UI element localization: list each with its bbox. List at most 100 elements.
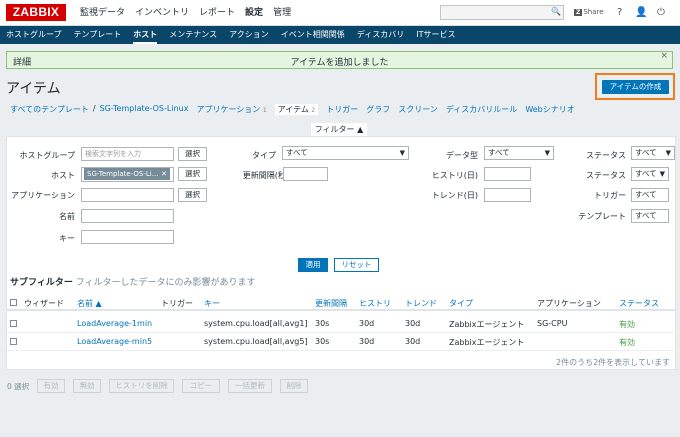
chevron-down-icon: ▼ xyxy=(659,170,665,178)
page-title: アイテム xyxy=(6,81,61,97)
subnav-hosts[interactable]: ホスト xyxy=(133,26,158,44)
user-icon[interactable]: 👤 xyxy=(635,7,647,18)
item-status-toggle[interactable]: 有効 xyxy=(619,319,635,330)
chevron-down-icon: ▼ xyxy=(665,149,671,157)
reset-button[interactable]: リセット xyxy=(334,258,379,272)
disable-button[interactable]: 無効 xyxy=(73,379,101,393)
subnav-actions[interactable]: アクション xyxy=(229,26,269,44)
col-status[interactable]: ステータス xyxy=(619,298,659,309)
row-checkbox[interactable] xyxy=(10,338,17,347)
col-trends[interactable]: トレンド xyxy=(405,298,437,309)
menu-configuration[interactable]: 設定 xyxy=(245,0,263,26)
zabbix-logo[interactable]: ZABBIX xyxy=(6,4,66,21)
host-chip-label: SG-Template-OS-Li... xyxy=(87,170,159,178)
col-interval[interactable]: 更新間隔 xyxy=(315,298,347,309)
tab-items-count: 2 xyxy=(311,107,316,114)
col-triggers: トリガー xyxy=(161,299,193,308)
tab-screens[interactable]: スクリーン xyxy=(398,104,438,115)
subnav-correlation[interactable]: イベント相関関係 xyxy=(281,26,345,44)
search-input[interactable]: 🔍 xyxy=(440,5,564,20)
col-type[interactable]: タイプ xyxy=(449,298,473,309)
hostgroup-input[interactable]: 検索文字列を入力 xyxy=(81,147,174,161)
host-chip: SG-Template-OS-Li... ✕ xyxy=(84,168,170,180)
copy-button[interactable]: コピー xyxy=(182,379,220,393)
status-value: すべて xyxy=(635,148,657,157)
select-all-checkbox[interactable] xyxy=(10,299,17,308)
logout-icon[interactable]: ⏻ xyxy=(657,7,665,18)
sub-navigation: ホストグループ テンプレート ホスト メンテナンス アクション イベント相関関係… xyxy=(0,26,680,44)
subnav-hostgroups[interactable]: ホストグループ xyxy=(6,26,62,44)
host-select-button[interactable]: 選択 xyxy=(178,167,207,181)
history-input[interactable] xyxy=(484,167,531,181)
search-icon[interactable]: 🔍 xyxy=(551,7,561,16)
menu-monitoring[interactable]: 監視データ xyxy=(80,0,125,26)
item-status-toggle[interactable]: 有効 xyxy=(619,337,635,348)
success-message: 詳細 アイテムを追加しました × xyxy=(6,51,673,69)
col-wizard: ウィザード xyxy=(24,299,64,308)
key-label: キー xyxy=(59,234,75,243)
delete-button[interactable]: 削除 xyxy=(280,379,308,393)
subnav-maintenance[interactable]: メンテナンス xyxy=(169,26,217,44)
breadcrumb-all-templates[interactable]: すべてのテンプレート xyxy=(10,104,89,115)
top-header: ZABBIX 監視データ インベントリ レポート 設定 管理 🔍 Z Share … xyxy=(0,0,680,26)
datatype-select[interactable]: すべて ▼ xyxy=(484,146,554,160)
breadcrumb-template[interactable]: SG-Template-OS-Linux xyxy=(100,104,189,115)
hostgroup-select-button[interactable]: 選択 xyxy=(178,147,207,161)
tab-graphs[interactable]: グラフ xyxy=(366,104,390,115)
subfilter-description: フィルターしたデータにのみ影響があります xyxy=(75,278,256,288)
close-icon[interactable]: × xyxy=(660,51,668,61)
menu-reports[interactable]: レポート xyxy=(199,0,235,26)
trends-input[interactable] xyxy=(484,188,531,202)
help-icon[interactable]: ? xyxy=(617,7,622,18)
subnav-itservices[interactable]: ITサービス xyxy=(416,26,455,44)
application-label: アプリケーション xyxy=(11,191,75,200)
status-label: ステータス xyxy=(586,151,626,160)
message-text: アイテムを追加しました xyxy=(290,58,389,68)
item-history: 30d xyxy=(359,319,375,328)
subfilter-title: サブフィルター xyxy=(10,278,73,288)
type-label: タイプ xyxy=(252,151,276,160)
key-input[interactable] xyxy=(81,230,174,244)
interval-input[interactable] xyxy=(283,167,328,181)
clear-history-button[interactable]: ヒストリを削除 xyxy=(109,379,174,393)
trigger-select[interactable]: すべて xyxy=(631,188,669,202)
share-badge: Z xyxy=(574,9,583,16)
subnav-discovery[interactable]: ディスカバリ xyxy=(357,26,404,44)
tab-discovery[interactable]: ディスカバリルール xyxy=(446,104,517,115)
row-checkbox[interactable] xyxy=(10,320,17,329)
tab-triggers[interactable]: トリガー xyxy=(326,104,358,115)
mass-update-button[interactable]: 一括更新 xyxy=(228,379,272,393)
menu-administration[interactable]: 管理 xyxy=(273,0,291,26)
hostgroup-label: ホストグループ xyxy=(19,151,75,160)
history-label: ヒストリ(日) xyxy=(431,171,478,180)
share-link[interactable]: Z Share xyxy=(574,8,604,16)
trigger-label: トリガー xyxy=(594,191,626,200)
table-row: LoadAverage-min5 system.cpu.load[all,avg… xyxy=(7,333,676,351)
col-name[interactable]: 名前 ▲ xyxy=(77,298,102,309)
chevron-down-icon: ▼ xyxy=(399,149,405,157)
application-input[interactable] xyxy=(81,188,174,202)
datatype-label: データ型 xyxy=(446,151,478,160)
menu-inventory[interactable]: インベントリ xyxy=(135,0,189,26)
template-select[interactable]: すべて xyxy=(631,209,669,223)
enable-button[interactable]: 有効 xyxy=(37,379,65,393)
apply-button[interactable]: 適用 xyxy=(298,258,328,272)
name-input[interactable] xyxy=(81,209,174,223)
tab-applications[interactable]: アプリケーション 1 xyxy=(196,104,266,115)
filter-toggle-tab[interactable]: フィルター ▲ xyxy=(311,123,367,137)
status2-select[interactable]: すべて ▼ xyxy=(631,167,669,181)
status-select[interactable]: すべて ▼ xyxy=(631,146,675,160)
col-key[interactable]: キー xyxy=(204,298,220,309)
item-name-link[interactable]: LoadAverage-1min xyxy=(77,319,152,328)
trigger-value: すべて xyxy=(635,190,657,199)
tab-items[interactable]: アイテム 2 xyxy=(274,104,319,115)
tab-applications-label: アプリケーション xyxy=(196,105,261,114)
subnav-templates[interactable]: テンプレート xyxy=(74,26,122,44)
tab-web[interactable]: Webシナリオ xyxy=(525,104,574,115)
item-name-link[interactable]: LoadAverage-min5 xyxy=(77,337,152,346)
type-select[interactable]: すべて ▼ xyxy=(282,146,409,160)
create-item-button[interactable]: アイテムの作成 xyxy=(602,80,669,94)
chip-close-icon[interactable]: ✕ xyxy=(161,168,167,180)
col-history[interactable]: ヒストリ xyxy=(359,298,391,309)
application-select-button[interactable]: 選択 xyxy=(178,188,207,202)
